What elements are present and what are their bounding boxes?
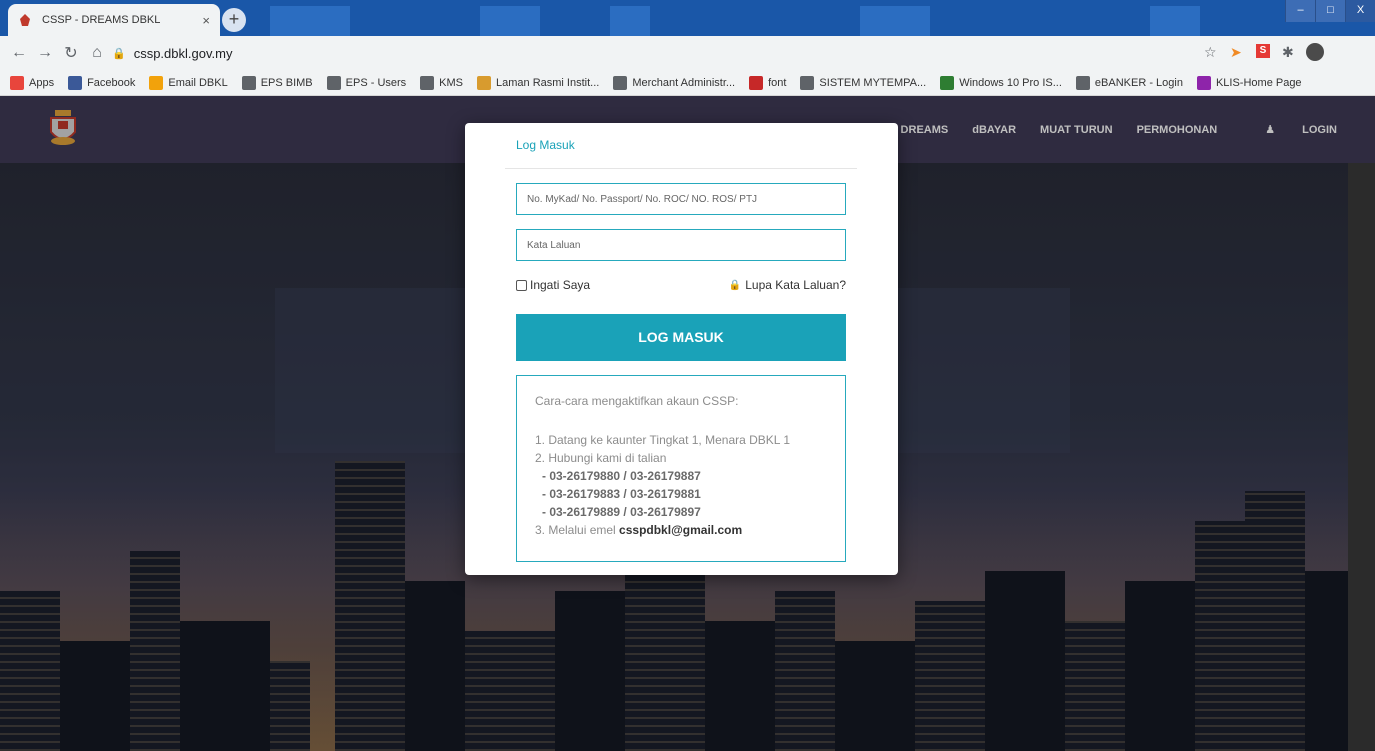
extension-arrow-icon[interactable]: ➤: [1230, 44, 1242, 61]
bookmark-item[interactable]: EPS - Users: [326, 75, 407, 90]
bookmark-item[interactable]: Merchant Administr...: [613, 75, 736, 90]
bookmark-item[interactable]: Windows 10 Pro IS...: [940, 75, 1062, 90]
divider: [505, 168, 857, 169]
bookmark-item[interactable]: eBANKER - Login: [1075, 75, 1183, 90]
bookmark-item[interactable]: KLIS-Home Page: [1196, 75, 1302, 90]
info-phone-3: - 03-26179889 / 03-26179897: [542, 505, 701, 519]
bookmark-favicon-icon: [326, 75, 341, 90]
extensions-puzzle-icon[interactable]: ✱: [1282, 44, 1294, 61]
bookmark-favicon-icon: [420, 75, 435, 90]
forgot-password-link[interactable]: 🔒 Lupa Kata Laluan?: [729, 278, 846, 292]
home-icon[interactable]: ⌂: [84, 44, 110, 62]
bookmark-label: Laman Rasmi Instit...: [496, 76, 600, 89]
reload-icon[interactable]: ↻: [58, 43, 84, 63]
address-bar: ← → ↻ ⌂ 🔒 cssp.dbkl.gov.my ☆ ➤ S ✱: [0, 36, 1375, 70]
bookmark-item[interactable]: SISTEM MYTEMPA...: [800, 75, 927, 90]
bookmark-favicon-icon: [613, 75, 628, 90]
bookmark-label: EPS - Users: [345, 76, 407, 89]
bookmark-label: EPS BIMB: [260, 76, 313, 89]
url-field[interactable]: 🔒 cssp.dbkl.gov.my: [112, 41, 1192, 65]
bookmark-favicon-icon: [68, 75, 83, 90]
bookmark-favicon-icon: [1196, 75, 1211, 90]
info-phone-2: - 03-26179883 / 03-26179881: [542, 487, 701, 501]
remember-checkbox[interactable]: [516, 279, 527, 291]
bookmark-favicon-icon: [940, 75, 955, 90]
bookmarks-bar: Apps Facebook Email DBKL EPS BIMB EPS - User…: [0, 70, 1375, 96]
info-step-3-prefix: 3. Melalui emel: [535, 523, 620, 537]
window-controls: – □ X: [1285, 0, 1375, 22]
window-close-button[interactable]: X: [1345, 0, 1375, 22]
bookmark-label: SISTEM MYTEMPA...: [819, 76, 927, 89]
url-text: cssp.dbkl.gov.my: [133, 45, 233, 61]
id-input[interactable]: [516, 183, 846, 215]
profile-avatar[interactable]: [1306, 43, 1324, 61]
bookmark-favicon-icon: [149, 75, 164, 90]
info-step-3: 3. Melalui emel csspdbkl@gmail.com: [535, 521, 845, 539]
lock-icon: 🔒: [112, 47, 126, 60]
bookmark-label: font: [768, 76, 787, 89]
lock-icon: 🔒: [728, 279, 742, 291]
info-step-2: 2. Hubungi kami di talian: [535, 451, 667, 465]
bookmark-label: Apps: [29, 76, 55, 89]
maximize-button[interactable]: □: [1315, 0, 1345, 22]
bookmark-label: Windows 10 Pro IS...: [959, 76, 1062, 89]
bookmark-favicon-icon: [241, 75, 256, 90]
activation-info-box: Cara-cara mengaktifkan akaun CSSP: 1. Da…: [516, 375, 846, 562]
bookmark-favicon-icon: [477, 75, 492, 90]
bookmark-label: Facebook: [87, 76, 136, 89]
bookmark-item[interactable]: font: [749, 75, 787, 90]
bookmark-label: eBANKER - Login: [1094, 76, 1183, 89]
browser-tab-bar: CSSP - DREAMS DBKL × + – □ X: [0, 0, 1375, 36]
bookmark-label: KLIS-Home Page: [1215, 76, 1302, 89]
info-phone-1: - 03-26179880 / 03-26179887: [542, 469, 701, 483]
bookmark-favicon-icon: [800, 75, 815, 90]
bookmark-star-icon[interactable]: ☆: [1204, 44, 1217, 61]
info-step-1: 1. Datang ke kaunter Tingkat 1, Menara D…: [535, 433, 791, 447]
forward-arrow-icon[interactable]: →: [32, 44, 58, 62]
login-modal: Log Masuk Ingati Saya 🔒 Lupa Kata Laluan…: [465, 123, 898, 575]
password-input[interactable]: [516, 229, 846, 261]
bookmark-item[interactable]: Apps: [10, 75, 55, 90]
login-options-row: Ingati Saya 🔒 Lupa Kata Laluan?: [516, 275, 846, 295]
bookmark-label: KMS: [439, 76, 464, 89]
bookmark-item[interactable]: EPS BIMB: [241, 75, 313, 90]
bookmark-label: Email DBKL: [168, 76, 228, 89]
apps-grid-icon: [10, 75, 24, 90]
web-page: TANG DREAMS dBAYAR MUAT TURUN PERMOHONAN…: [0, 96, 1375, 751]
bookmark-label: Merchant Administr...: [632, 76, 736, 89]
bookmark-favicon-icon: [749, 75, 764, 90]
bookmark-item[interactable]: Facebook: [68, 75, 136, 90]
remember-me[interactable]: Ingati Saya: [516, 278, 590, 292]
info-email: csspdbkl@gmail.com: [619, 523, 743, 537]
remember-label: Ingati Saya: [530, 278, 591, 292]
bookmark-item[interactable]: Laman Rasmi Instit...: [477, 75, 600, 90]
bookmark-favicon-icon: [1075, 75, 1090, 90]
info-heading: Cara-cara mengaktifkan akaun CSSP:: [535, 394, 739, 408]
login-button[interactable]: LOG MASUK: [516, 314, 846, 361]
minimize-button[interactable]: –: [1285, 0, 1315, 22]
bookmark-item[interactable]: KMS: [420, 75, 464, 90]
tab-close-icon[interactable]: ×: [202, 13, 210, 28]
browser-tab[interactable]: CSSP - DREAMS DBKL ×: [8, 4, 220, 36]
forgot-password-label: Lupa Kata Laluan?: [745, 278, 846, 292]
back-arrow-icon[interactable]: ←: [6, 44, 32, 62]
dbkl-favicon-icon: [20, 14, 30, 26]
modal-title: Log Masuk: [516, 138, 575, 152]
bookmark-item[interactable]: Email DBKL: [149, 75, 228, 90]
tab-title: CSSP - DREAMS DBKL: [42, 14, 161, 26]
new-tab-button[interactable]: +: [222, 8, 246, 32]
extension-s-icon[interactable]: S: [1256, 44, 1270, 58]
